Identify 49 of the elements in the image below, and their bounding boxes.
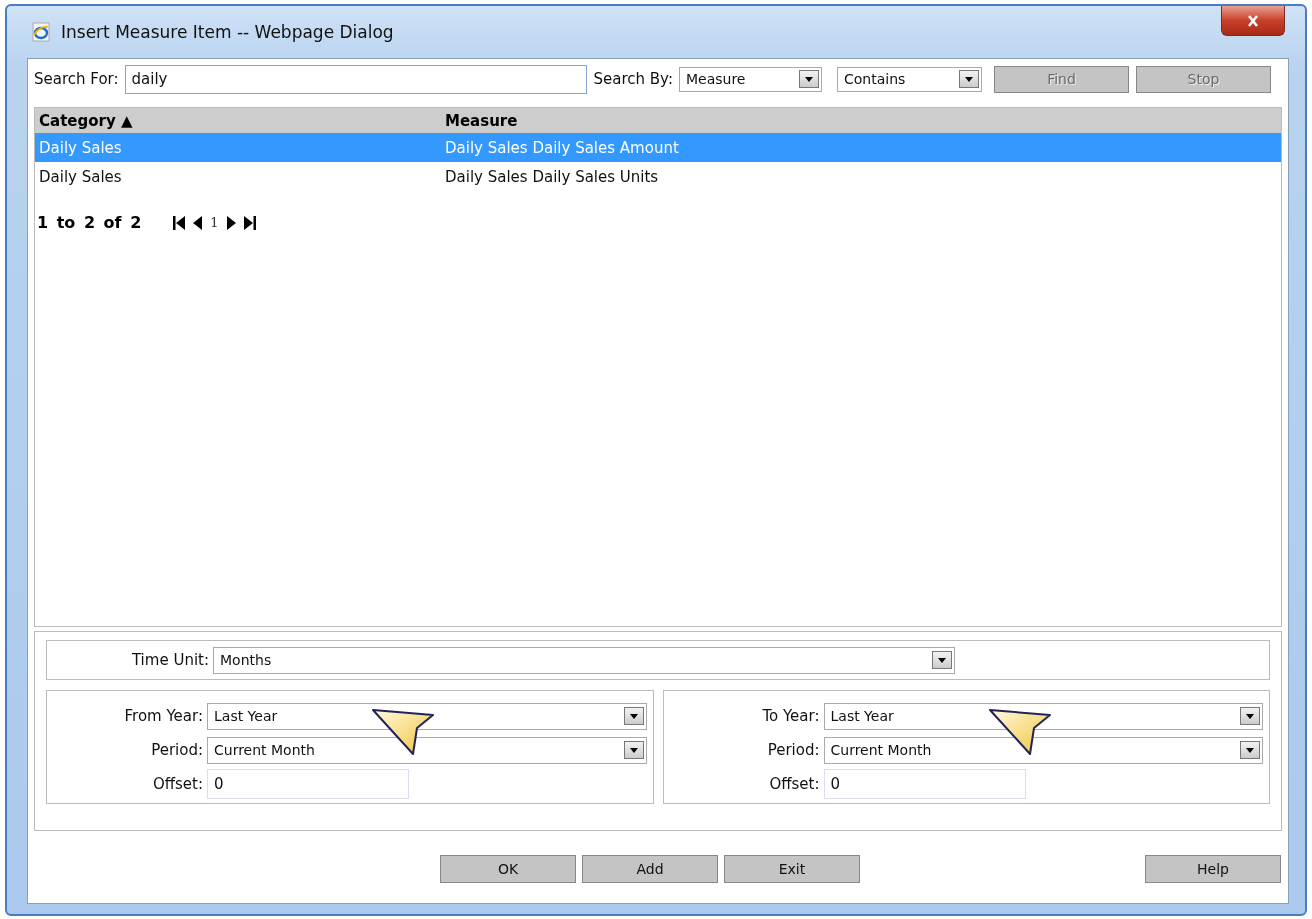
dropdown-arrow-icon bbox=[938, 657, 946, 663]
year-dropdown[interactable]: Last Year bbox=[207, 702, 647, 730]
period-dropdown[interactable]: Current Month bbox=[207, 736, 647, 764]
dialog-button[interactable]: Exit bbox=[724, 855, 860, 883]
dropdown-arrow-icon bbox=[629, 713, 638, 719]
search-field[interactable]: daily bbox=[124, 64, 587, 94]
table-cell-text: Daily Sales bbox=[38, 138, 123, 157]
last-page-icon[interactable] bbox=[243, 214, 256, 231]
window-title: Insert Measure Item -- Webpage Dialog bbox=[61, 22, 394, 42]
dialog-button[interactable]: OK bbox=[440, 855, 576, 883]
period-dropdown[interactable]: Current Month bbox=[823, 736, 1263, 764]
offset-label: Offset: bbox=[151, 775, 204, 793]
dropdown-arrow-icon bbox=[1246, 747, 1254, 753]
dropdown-arrow-icon bbox=[964, 76, 973, 82]
first-page-icon[interactable] bbox=[173, 214, 186, 231]
dropdown-arrow-icon bbox=[629, 747, 638, 753]
dialog-button[interactable]: Add bbox=[582, 855, 718, 883]
column-header[interactable]: Category ▲ bbox=[35, 111, 445, 130]
dropdown-arrow-icon bbox=[1246, 713, 1254, 719]
table-cell-text: Daily Sales bbox=[38, 167, 123, 186]
offset-label: Offset: bbox=[768, 775, 821, 793]
year-label: To Year: bbox=[761, 707, 821, 725]
table-cell: Daily Sales Daily Sales Amount bbox=[445, 138, 679, 157]
offset-field[interactable]: 0 bbox=[823, 769, 1026, 799]
close-icon bbox=[1246, 14, 1260, 27]
match-dropdown[interactable]: Contains bbox=[836, 66, 982, 92]
period-label: Period: bbox=[766, 741, 821, 759]
page-summary: 1 to 2 of 2 bbox=[37, 213, 142, 232]
table-cell: Daily Sales Daily Sales Units bbox=[445, 167, 659, 186]
table-row[interactable]: Daily Sales Daily Sales Daily Sales Units bbox=[35, 162, 1281, 191]
year-dropdown[interactable]: Last Year bbox=[823, 702, 1263, 730]
year-label: From Year: bbox=[123, 707, 204, 725]
previous-page-icon[interactable] bbox=[193, 214, 203, 231]
search-by-dropdown[interactable]: Measure bbox=[678, 66, 822, 92]
offset-field[interactable]: 0 bbox=[207, 769, 409, 799]
close-button[interactable] bbox=[1221, 6, 1285, 36]
search-label: Search For: bbox=[34, 70, 119, 88]
dropdown-arrow-icon bbox=[804, 76, 813, 82]
period-label: Period: bbox=[150, 741, 204, 759]
time-unit-label: Time Unit: bbox=[130, 651, 210, 669]
pointer-arrow-icon bbox=[371, 708, 437, 756]
next-page-icon[interactable] bbox=[226, 214, 236, 231]
help-button[interactable]: Help bbox=[1145, 855, 1281, 883]
browser-icon bbox=[31, 22, 51, 42]
time-unit-dropdown[interactable]: Months bbox=[213, 646, 955, 674]
pointer-arrow-icon bbox=[987, 708, 1054, 756]
search-by-label: Search By: bbox=[593, 70, 673, 88]
column-header[interactable]: Measure bbox=[445, 111, 518, 130]
page-number[interactable]: 1 bbox=[210, 215, 219, 230]
